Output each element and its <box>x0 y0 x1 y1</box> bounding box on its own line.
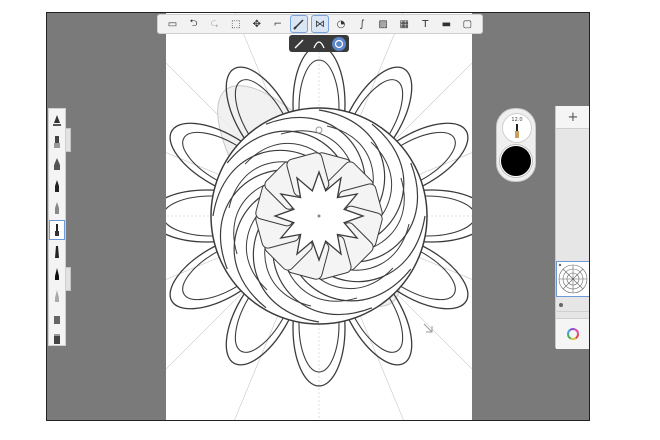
ruler-icon[interactable] <box>289 15 308 33</box>
brush-puck: 12.0 <box>496 108 536 182</box>
curve-guide-icon[interactable] <box>312 37 326 51</box>
app-window: ▭ ⮌ ⮎ ⬚ ✥ ⌐ ⋈ ◔ ∫ ▨ ▦ T ▬ ▢ 12.0 + <box>46 12 590 421</box>
drawing-canvas[interactable] <box>166 13 472 420</box>
gallery-icon[interactable]: ▭ <box>165 16 181 32</box>
brush-felt[interactable] <box>50 243 64 261</box>
selection-icon[interactable]: ⬚ <box>228 16 244 32</box>
layer-thumbnail[interactable] <box>556 261 589 297</box>
brush-size-dial[interactable]: 12.0 <box>502 113 532 143</box>
color-wheel-button[interactable] <box>556 318 589 349</box>
color-wheel-icon <box>567 328 579 340</box>
center-point <box>317 214 321 218</box>
brush-rail-handle-top[interactable] <box>66 128 71 152</box>
top-toolbar: ▭ ⮌ ⮎ ⬚ ✥ ⌐ ⋈ ◔ ∫ ▨ ▦ T ▬ ▢ <box>157 14 483 34</box>
brush-marker[interactable] <box>50 155 64 173</box>
undo-icon[interactable]: ⮌ <box>186 16 202 32</box>
curve-icon[interactable]: ∫ <box>354 16 370 32</box>
current-color-swatch[interactable] <box>500 145 532 177</box>
brush-eraser[interactable] <box>50 329 64 347</box>
fullscreen-icon[interactable]: ▢ <box>459 16 475 32</box>
transform-icon[interactable]: ✥ <box>249 16 265 32</box>
ellipse-guide-icon[interactable] <box>332 36 346 51</box>
brush-ink[interactable] <box>50 133 64 151</box>
brush-rail-handle-bottom[interactable] <box>66 267 71 291</box>
mandala-artwork <box>166 13 472 420</box>
add-layer-button[interactable]: + <box>556 106 589 129</box>
guide-sub-toolbar <box>289 35 349 52</box>
ruler-guide-icon[interactable] <box>292 37 306 51</box>
symmetry-icon[interactable]: ⋈ <box>310 15 329 33</box>
brush-paint[interactable] <box>50 177 64 195</box>
brush-fill[interactable] <box>50 309 64 327</box>
redo-icon[interactable]: ⮎ <box>207 16 223 32</box>
brush-library <box>48 108 66 346</box>
video-icon[interactable]: ▬ <box>438 16 454 32</box>
crop-icon[interactable]: ⌐ <box>270 16 286 32</box>
brush-charcoal[interactable] <box>50 265 64 283</box>
perspective-icon[interactable]: ▦ <box>396 16 412 32</box>
fineliner-preview-icon <box>515 124 519 138</box>
shapes-icon[interactable]: ◔ <box>333 16 349 32</box>
text-icon[interactable]: T <box>417 16 433 32</box>
layer-sub-row[interactable] <box>556 298 589 312</box>
brush-soft[interactable] <box>50 287 64 305</box>
brush-pencil[interactable] <box>50 111 64 129</box>
layer-panel: + <box>555 106 589 349</box>
image-icon[interactable]: ▨ <box>375 16 391 32</box>
brush-airbrush[interactable] <box>50 199 64 217</box>
brush-fineliner[interactable] <box>49 220 65 240</box>
